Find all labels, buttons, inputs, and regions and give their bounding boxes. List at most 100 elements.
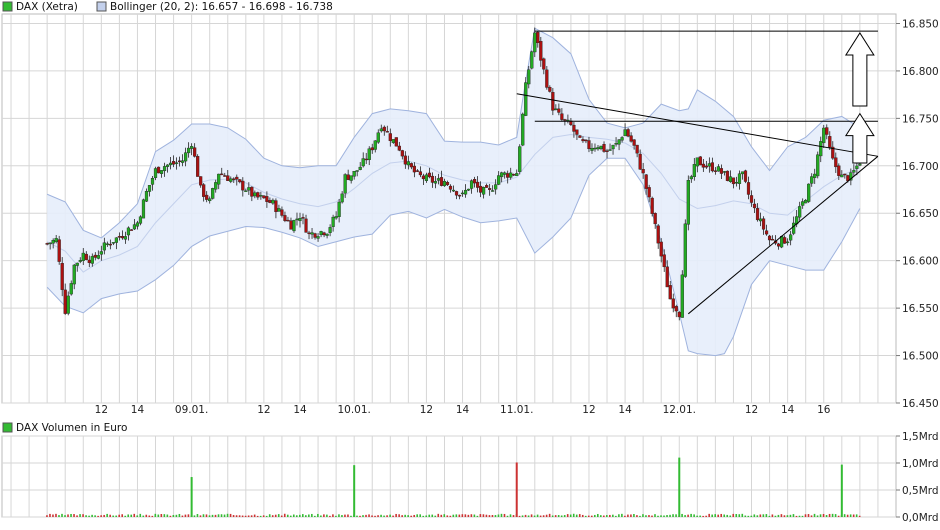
candle-body [737, 173, 742, 184]
volume-bar [371, 515, 373, 517]
x-tick-label: 14 [781, 404, 795, 416]
volume-bar [193, 515, 196, 517]
volume-bar [437, 513, 440, 517]
candle-body [746, 182, 751, 195]
candle-body [325, 233, 329, 236]
candle-body [358, 166, 362, 170]
volume-bar [858, 515, 861, 517]
volume-bar [280, 515, 283, 517]
volume-bar [744, 515, 747, 517]
volume-bar [855, 514, 858, 517]
volume-bar [807, 514, 810, 517]
x-tick-label: 12 [257, 404, 270, 416]
candle-body [521, 113, 525, 146]
volume-bar [621, 513, 623, 517]
candle-body [593, 147, 597, 150]
candle-body [605, 150, 609, 153]
volume-bar [753, 514, 756, 517]
candle-body [563, 119, 567, 121]
volume-bar [217, 514, 220, 517]
candle-body [295, 218, 299, 221]
volume-bar [786, 515, 789, 517]
volume-bar [590, 515, 593, 517]
volume-bar [789, 514, 792, 517]
candle-body [313, 233, 317, 238]
candle-body [397, 145, 401, 151]
volume-bar [581, 514, 584, 517]
candle-body [184, 152, 188, 162]
volume-bar [413, 514, 415, 517]
volume-bar [554, 515, 557, 517]
candle-body [512, 174, 516, 176]
volume-bar [374, 515, 376, 517]
candle-body [66, 295, 70, 314]
volume-bar [422, 515, 425, 517]
candle-body [665, 266, 669, 288]
volume-bar [837, 515, 840, 517]
volume-bar [708, 513, 710, 517]
candle-body [445, 182, 450, 186]
volume-bar [560, 515, 563, 517]
volume-frame [1, 435, 897, 518]
candle-body [503, 172, 507, 175]
volume-bar [651, 515, 653, 517]
candle-body [78, 260, 82, 262]
candle-body [193, 147, 197, 157]
volume-bar [76, 515, 78, 517]
candle-body [659, 241, 663, 257]
candle-body [141, 199, 146, 219]
candle-body [412, 165, 416, 173]
candle-body [780, 236, 784, 248]
volume-bar [223, 514, 226, 517]
candle-body [542, 58, 546, 70]
candle-body [168, 162, 173, 166]
candle-body [283, 215, 287, 221]
volume-bar [479, 514, 482, 517]
volume-bar-spike [840, 464, 843, 517]
volume-bar [314, 515, 316, 517]
candle-body [840, 174, 844, 178]
volume-bar [792, 514, 795, 517]
legend-swatch-volume [2, 422, 13, 433]
candle-body [843, 173, 847, 176]
volume-bar [118, 514, 120, 517]
x-tick-label: 14 [131, 404, 145, 416]
candle-body [716, 166, 721, 172]
x-tick-label: 14 [618, 404, 632, 416]
volume-bar [452, 514, 455, 517]
candle-body [722, 171, 727, 173]
volume-bar [533, 515, 536, 517]
candle-body [509, 172, 513, 178]
candle-body [810, 176, 814, 184]
x-tick-label: 14 [293, 404, 307, 416]
volume-bar [681, 513, 683, 517]
candle-body [767, 235, 772, 241]
candle-body [644, 174, 648, 189]
volume-bar [762, 514, 765, 517]
candle-body [819, 141, 823, 157]
volume-bar [58, 515, 60, 517]
volume-bar [145, 514, 148, 517]
candle-body [500, 172, 504, 178]
candle-body [256, 192, 260, 198]
volume-bar [702, 515, 704, 517]
x-tick-label: 12 [420, 404, 433, 416]
candle-body [310, 232, 314, 235]
volume-bar [569, 514, 572, 517]
volume-bar [494, 515, 497, 517]
candle [807, 183, 811, 203]
volume-bar [575, 514, 578, 517]
candle-body [536, 31, 540, 44]
volume-bar [729, 515, 732, 517]
volume-bar [169, 515, 172, 517]
volume-bar [305, 515, 307, 517]
volume-bar [593, 514, 596, 517]
candle-body [126, 227, 131, 236]
volume-bar [265, 515, 268, 517]
candle-body [367, 148, 371, 160]
candle-body [63, 289, 67, 314]
candle-body [202, 184, 206, 197]
candle-body [364, 158, 368, 161]
volume-bar [536, 514, 539, 517]
volume-bar [783, 515, 786, 517]
